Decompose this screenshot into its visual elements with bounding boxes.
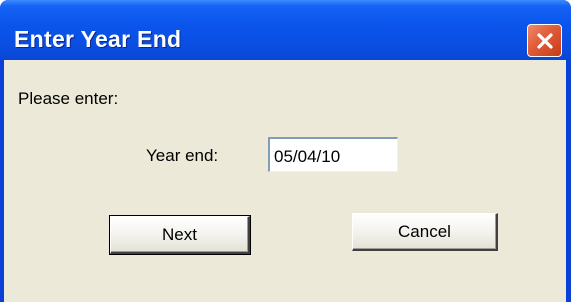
year-end-input[interactable]	[268, 137, 398, 172]
title-bar[interactable]: Enter Year End	[0, 0, 571, 60]
prompt-text: Please enter:	[18, 89, 119, 108]
window-title: Enter Year End	[14, 26, 182, 52]
close-button[interactable]	[527, 24, 562, 57]
year-end-label: Year end:	[146, 146, 219, 165]
close-icon	[536, 32, 553, 49]
cancel-button[interactable]: Cancel	[352, 213, 498, 251]
next-button[interactable]: Next	[109, 215, 251, 255]
